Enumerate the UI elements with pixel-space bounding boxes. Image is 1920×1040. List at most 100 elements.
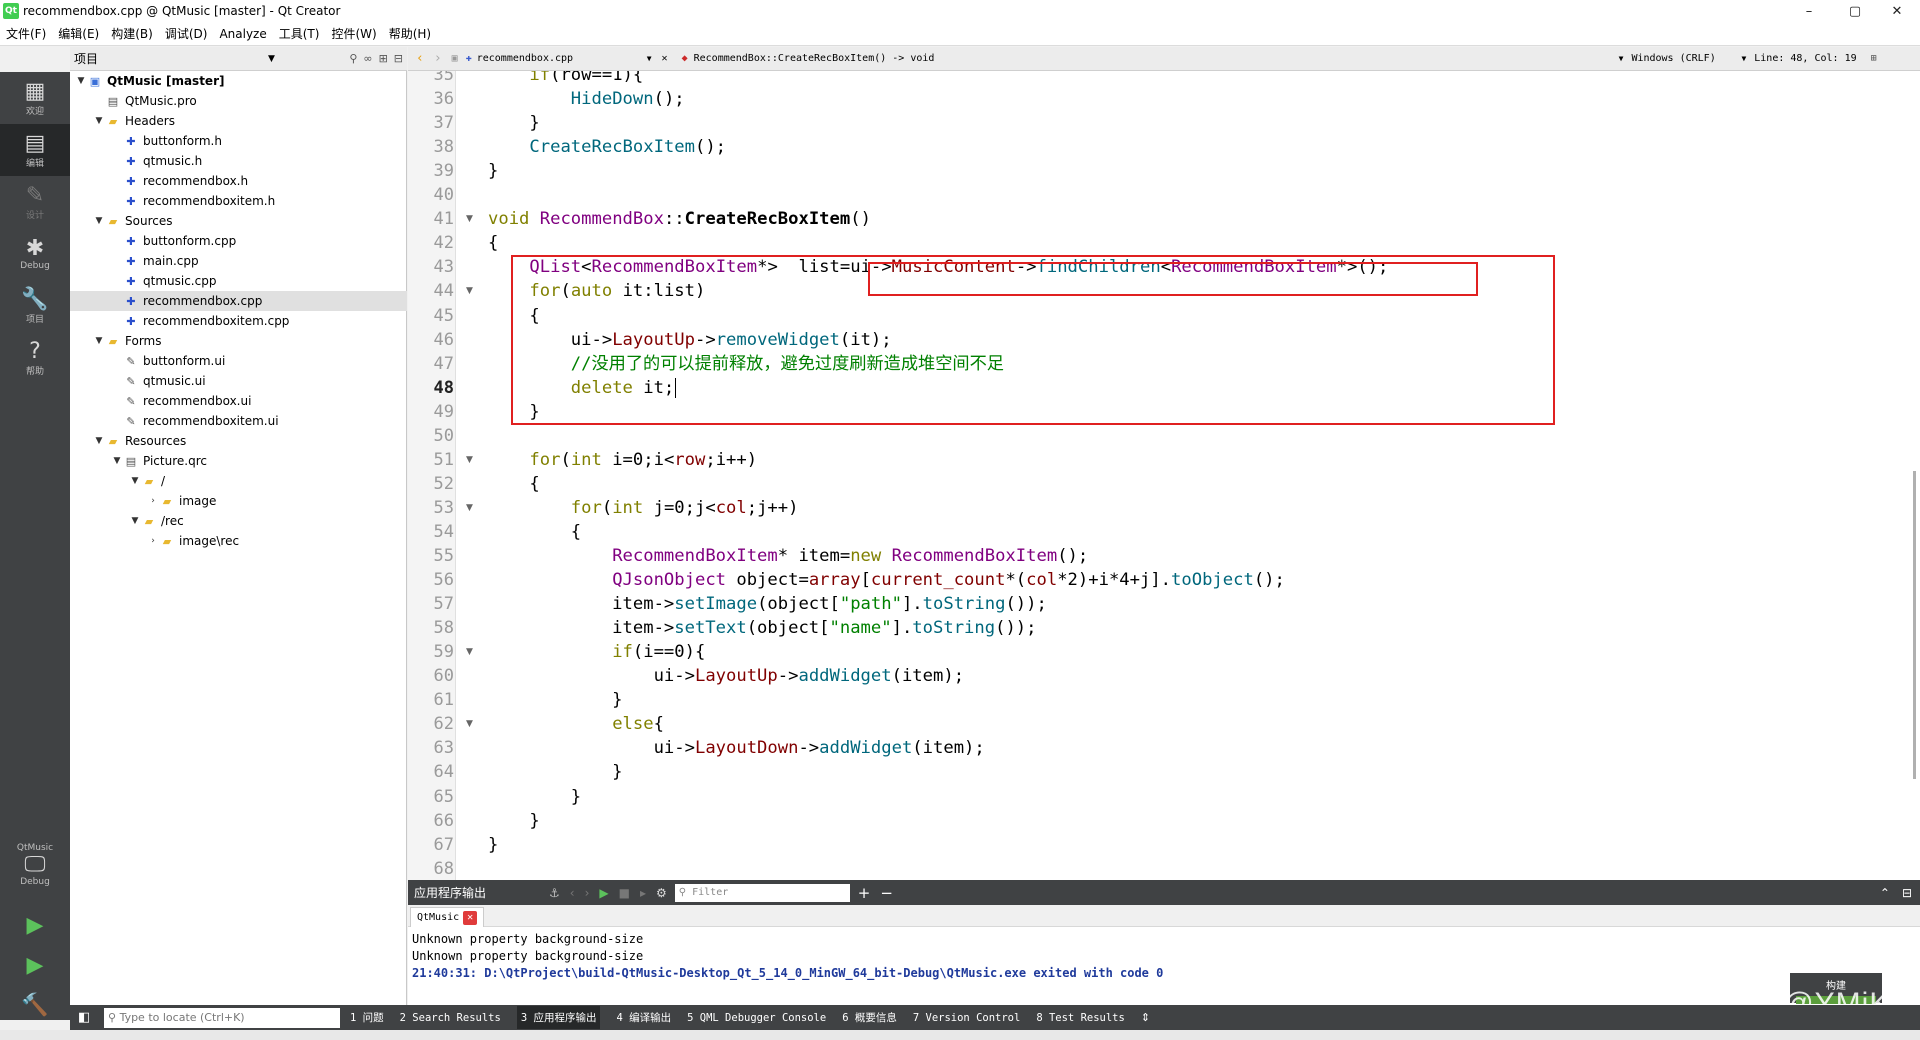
code-line[interactable]: } bbox=[488, 833, 498, 857]
close-button[interactable]: ✕ bbox=[1874, 0, 1920, 22]
code-line[interactable]: ui->LayoutDown->addWidget(item); bbox=[488, 736, 985, 760]
zoom-out-icon[interactable]: − bbox=[880, 884, 893, 902]
code-editor[interactable]: 35 36 37 38 39 40 41 42 43 44 45 46 47 48 49 50 51 52 53 54… bbox=[408, 71, 1920, 880]
tree-item[interactable]: ✎ recommendboxitem.ui bbox=[70, 411, 407, 431]
fold-marker-icon[interactable]: ▼ bbox=[466, 455, 473, 465]
next-icon[interactable]: › bbox=[585, 886, 590, 900]
link-icon[interactable]: ∞ bbox=[363, 52, 372, 65]
build-button[interactable]: 🔨 bbox=[0, 987, 70, 1025]
tree-item[interactable]: ▼ ▰ /rec bbox=[70, 511, 407, 531]
debug-attach-icon[interactable]: ▸ bbox=[640, 886, 646, 900]
code-line[interactable]: item->setText(object["name"].toString())… bbox=[488, 616, 1036, 640]
mode-help[interactable]: ? 帮助 bbox=[0, 332, 70, 384]
tree-item[interactable]: ▼ ▰ Headers bbox=[70, 111, 407, 131]
output-filter-input[interactable]: ⚲ Filter bbox=[674, 883, 850, 902]
symbol-dropdown[interactable]: RecommendBox::CreateRecBoxItem() -> void bbox=[694, 53, 1619, 64]
mode-projects[interactable]: 🔧 项目 bbox=[0, 280, 70, 332]
code-line[interactable]: CreateRecBoxItem(); bbox=[488, 135, 726, 159]
locator-input[interactable]: ⚲ Type to locate (Ctrl+K) bbox=[104, 1007, 340, 1028]
code-line[interactable]: if(row==1){ bbox=[488, 71, 643, 87]
close-pane-icon[interactable]: ⊟ bbox=[1902, 886, 1912, 900]
tree-item[interactable]: ✎ qtmusic.ui bbox=[70, 371, 407, 391]
menu-item-4[interactable]: Analyze bbox=[213, 27, 272, 41]
code-line[interactable]: else{ bbox=[488, 712, 664, 736]
code-line[interactable]: } bbox=[488, 688, 622, 712]
code-line[interactable]: } bbox=[488, 159, 498, 183]
tree-item[interactable]: ✚ recommendboxitem.cpp bbox=[70, 311, 407, 331]
tree-item[interactable]: › ▰ image bbox=[70, 491, 407, 511]
fold-marker-icon[interactable]: ▼ bbox=[466, 647, 473, 657]
output-pane-tab[interactable]: 1 问题 bbox=[350, 1010, 384, 1025]
expand-arrow-icon[interactable]: ▼ bbox=[92, 116, 106, 126]
code-line[interactable]: } bbox=[488, 809, 539, 833]
output-pane-tab[interactable]: 2 Search Results bbox=[400, 1012, 501, 1024]
menu-item-6[interactable]: 控件(W) bbox=[325, 25, 382, 42]
output-pane-tab[interactable]: 7 Version Control bbox=[913, 1012, 1020, 1024]
mode-debug[interactable]: ✱ Debug bbox=[0, 228, 70, 280]
maximize-pane-icon[interactable]: ⌃ bbox=[1880, 886, 1890, 900]
menu-item-2[interactable]: 构建(B) bbox=[105, 25, 159, 42]
code-line[interactable]: if(i==0){ bbox=[488, 640, 705, 664]
output-pane-tab[interactable]: 5 QML Debugger Console bbox=[687, 1012, 826, 1024]
output-pane-tab[interactable]: 8 Test Results bbox=[1036, 1012, 1125, 1024]
more-tabs-icon[interactable]: ⇕ bbox=[1141, 1011, 1150, 1024]
expand-arrow-icon[interactable]: ▼ bbox=[128, 516, 142, 526]
rerun-icon[interactable]: ▶ bbox=[599, 886, 608, 900]
code-line[interactable]: } bbox=[488, 111, 539, 135]
code-line[interactable]: ui->LayoutUp->addWidget(item); bbox=[488, 664, 964, 688]
toggle-sidebar-icon[interactable]: ◧ bbox=[78, 1010, 90, 1025]
kit-selector[interactable]: QtMusic 🖵 Debug bbox=[0, 830, 70, 900]
code-line[interactable]: } bbox=[488, 760, 622, 784]
back-icon[interactable]: ‹ bbox=[416, 51, 424, 66]
fold-marker-icon[interactable]: ▼ bbox=[466, 719, 473, 729]
tree-item[interactable]: ✎ buttonform.ui bbox=[70, 351, 407, 371]
debug-run-button[interactable]: ▶ bbox=[0, 947, 70, 985]
mode-welcome[interactable]: ▦ 欢迎 bbox=[0, 72, 70, 124]
output-pane-tab[interactable]: 4 编译输出 bbox=[616, 1010, 671, 1025]
code-line[interactable]: for(int i=0;i<row;i++) bbox=[488, 448, 757, 472]
code-line[interactable]: RecommendBoxItem* item=new RecommendBoxI… bbox=[488, 544, 1088, 568]
close-tab-icon[interactable]: ✕ bbox=[463, 910, 478, 925]
code-line[interactable]: { bbox=[488, 472, 539, 496]
code-line[interactable]: QJsonObject object=array[current_count*(… bbox=[488, 568, 1285, 592]
run-button[interactable]: ▶ bbox=[0, 907, 70, 945]
minimize-button[interactable]: – bbox=[1786, 0, 1832, 22]
tree-item[interactable]: ✎ recommendbox.ui bbox=[70, 391, 407, 411]
tree-item[interactable]: ✚ buttonform.cpp bbox=[70, 231, 407, 251]
expand-arrow-icon[interactable]: ▼ bbox=[92, 436, 106, 446]
menu-item-5[interactable]: 工具(T) bbox=[273, 25, 326, 42]
expand-arrow-icon[interactable]: ▼ bbox=[74, 76, 88, 86]
tree-item[interactable]: ▼ ▤ Picture.qrc bbox=[70, 451, 407, 471]
tree-item[interactable]: ✚ recommendbox.h bbox=[70, 171, 407, 191]
code-line[interactable]: { bbox=[488, 231, 498, 255]
fold-marker-icon[interactable]: ▼ bbox=[466, 286, 473, 296]
code-line[interactable]: { bbox=[488, 520, 581, 544]
tree-item[interactable]: ✚ main.cpp bbox=[70, 251, 407, 271]
symbol-dropdown-arrow-icon[interactable]: ▼ bbox=[1619, 54, 1624, 63]
tree-item[interactable]: › ▰ image\rec bbox=[70, 531, 407, 551]
code-line[interactable]: void RecommendBox::CreateRecBoxItem() bbox=[488, 207, 871, 231]
filter-icon[interactable]: ⚲ bbox=[349, 52, 357, 65]
menu-item-7[interactable]: 帮助(H) bbox=[383, 25, 437, 42]
file-dropdown-arrow-icon[interactable]: ▼ bbox=[647, 54, 652, 63]
tree-item[interactable]: ▼ ▰ Forms bbox=[70, 331, 407, 351]
attach-icon[interactable]: ⚓ bbox=[549, 886, 560, 900]
expand-arrow-icon[interactable]: ▼ bbox=[110, 456, 124, 466]
menu-item-1[interactable]: 编辑(E) bbox=[52, 25, 105, 42]
expand-arrow-icon[interactable]: ▼ bbox=[128, 476, 142, 486]
output-tab-qtmusic[interactable]: QtMusic ✕ bbox=[410, 907, 485, 927]
encoding-dropdown-icon[interactable]: ▼ bbox=[1741, 54, 1746, 63]
fold-marker-icon[interactable]: ▼ bbox=[466, 503, 473, 513]
split-editor-icon[interactable]: ⊞ bbox=[1871, 53, 1877, 64]
close-panel-icon[interactable]: ⊟ bbox=[394, 52, 403, 65]
tree-item[interactable]: ▼ ▰ / bbox=[70, 471, 407, 491]
fold-marker-icon[interactable]: ▼ bbox=[466, 214, 473, 224]
maximize-button[interactable]: ▢ bbox=[1832, 0, 1878, 22]
close-document-icon[interactable]: ✕ bbox=[662, 53, 668, 64]
code-line[interactable]: for(int j=0;j<col;j++) bbox=[488, 496, 799, 520]
vertical-scrollbar[interactable] bbox=[1913, 471, 1916, 779]
tree-item[interactable]: ✚ qtmusic.cpp bbox=[70, 271, 407, 291]
expand-arrow-icon[interactable]: ▼ bbox=[92, 336, 106, 346]
forward-icon[interactable]: › bbox=[434, 51, 442, 66]
cursor-position[interactable]: Line: 48, Col: 19 bbox=[1754, 53, 1856, 64]
